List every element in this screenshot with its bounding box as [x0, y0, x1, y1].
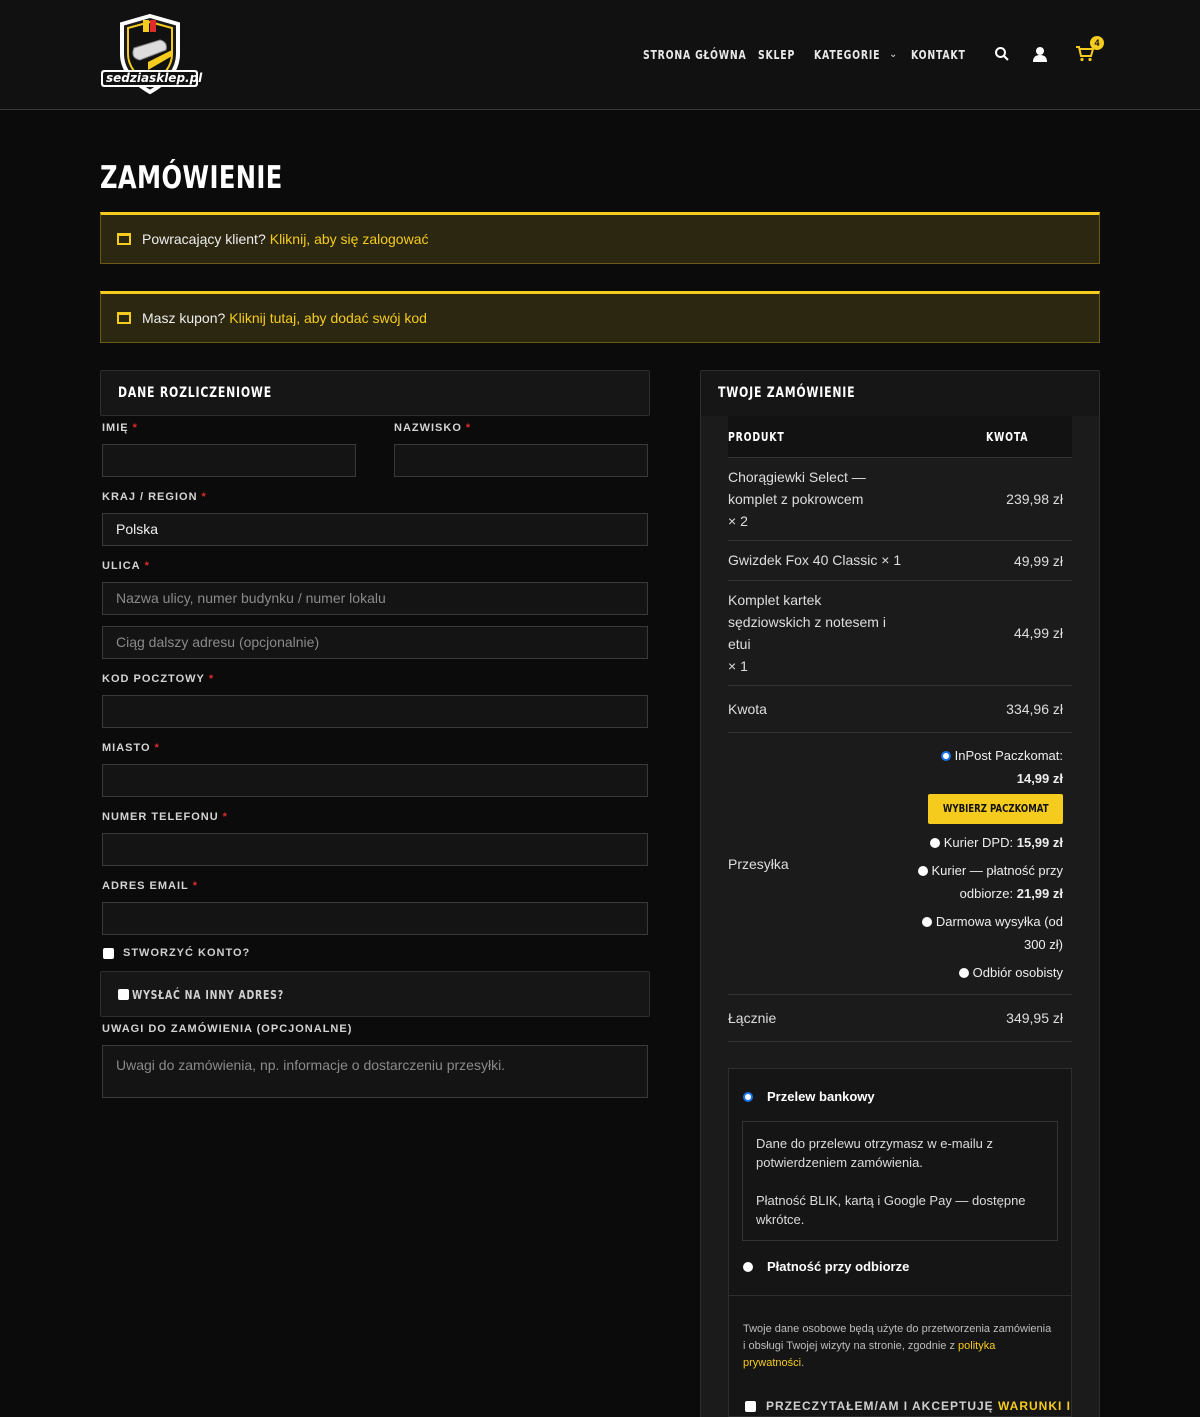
total-label: Łącznie: [728, 1010, 777, 1026]
coupon-link[interactable]: Kliknij tutaj, aby dodać swój kod: [229, 310, 427, 326]
total-row: Łącznie 349,95 zł: [728, 995, 1072, 1042]
nav-categories[interactable]: KATEGORIE ⌄: [814, 47, 911, 63]
radio[interactable]: [743, 1262, 753, 1272]
privacy-notice: Twoje dane osobowe będą użyte do przetwo…: [743, 1323, 1052, 1369]
order-table-header: PRODUKT KWOTA: [728, 416, 1072, 458]
divider: [729, 1295, 1071, 1296]
product-amount: 44,99 zł: [1013, 625, 1063, 641]
ship-different-checkbox[interactable]: [118, 989, 129, 1000]
chevron-down-icon: ⌄: [889, 49, 899, 60]
radio-selected[interactable]: [940, 751, 951, 761]
login-notice: Powracający klient? Kliknij, aby się zal…: [100, 212, 1100, 264]
shipping-option-free[interactable]: Darmowa wysyłka (od 300 zł): [921, 910, 1063, 956]
radio[interactable]: [921, 917, 932, 927]
table-row: Komplet kartek sędziowskich z notesem i …: [728, 581, 1072, 686]
product-name: Chorągiewki Select — komplet z pokrowcem…: [728, 469, 866, 529]
country-select[interactable]: Polska: [102, 513, 648, 546]
bank-description: Dane do przelewu otrzymasz w e-mailu z p…: [742, 1121, 1058, 1241]
col-product: PRODUKT: [728, 430, 785, 444]
subtotal-amount: 334,96 zł: [1006, 701, 1063, 717]
bank-desc-text-2: Płatność BLIK, kartą i Google Pay — dost…: [756, 1193, 1026, 1227]
radio[interactable]: [917, 866, 928, 876]
terms-checkbox[interactable]: [745, 1401, 756, 1412]
shipping-option-dpd[interactable]: Kurier DPD: 15,99 zł: [929, 831, 1063, 854]
terms-link[interactable]: WARUNKI I: [998, 1399, 1071, 1413]
last-name-label: NAZWISKO *: [394, 422, 472, 434]
site-header: sedziasklep.pl STRONA GŁÓWNA SKLEP KATEG…: [0, 0, 1200, 110]
product-name: Komplet kartek sędziowskich z notesem i …: [728, 592, 886, 674]
shipping-option-inpost[interactable]: InPost Paczkomat: 14,99 zł: [940, 744, 1063, 790]
login-link[interactable]: Kliknij, aby się zalogować: [270, 231, 429, 247]
street2-field[interactable]: Ciąg dalszy adresu (opcjonalnie): [102, 626, 648, 659]
payment-option-bank[interactable]: Przelew bankowy: [743, 1089, 875, 1104]
window-icon: [117, 312, 131, 324]
first-name-label: IMIĘ *: [102, 422, 138, 434]
postcode-field[interactable]: [102, 695, 648, 728]
total-amount: 349,95 zł: [1006, 1010, 1063, 1026]
table-row: Gwizdek Fox 40 Classic × 1 49,99 zł: [728, 541, 1072, 581]
notes-label: UWAGI DO ZAMÓWIENIA (OPCJONALNE): [102, 1023, 353, 1035]
street-label: ULICA *: [102, 560, 150, 572]
logo-text: sedziasklep.pl: [106, 71, 203, 85]
ship-different-label: WYSŁAĆ NA INNY ADRES?: [132, 988, 284, 1002]
window-icon: [117, 233, 131, 245]
email-label: ADRES EMAIL *: [102, 880, 199, 892]
nav-home[interactable]: STRONA GŁÓWNA: [643, 47, 758, 63]
radio[interactable]: [929, 838, 940, 848]
payment-box: Przelew bankowy Dane do przelewu otrzyma…: [728, 1068, 1072, 1417]
city-label: MIASTO *: [102, 742, 160, 754]
header-icons: 4: [990, 36, 1104, 66]
email-field[interactable]: [102, 902, 648, 935]
shipping-option-cod[interactable]: Kurier — płatność przy odbiorze: 21,99 zł: [917, 859, 1063, 905]
create-account-checkbox[interactable]: [103, 948, 114, 959]
order-heading: TWOJE ZAMÓWIENIE: [700, 370, 1100, 418]
user-icon[interactable]: [1028, 42, 1052, 66]
radio-selected[interactable]: [743, 1092, 753, 1102]
last-name-field[interactable]: [394, 444, 648, 477]
pick-paczkomat-button[interactable]: WYBIERZ PACZKOMAT: [928, 794, 1063, 824]
product-amount: 239,98 zł: [1006, 491, 1063, 507]
main-nav: STRONA GŁÓWNA SKLEP KATEGORIE ⌄ KONTAKT: [643, 47, 981, 63]
radio[interactable]: [958, 968, 969, 978]
terms-label: PRZECZYTAŁEM/AM I AKCEPTUJĘ WARUNKI I: [766, 1399, 1072, 1413]
shipping-option-pickup[interactable]: Odbiór osobisty: [958, 961, 1063, 984]
city-field[interactable]: [102, 764, 648, 797]
coupon-notice-text: Masz kupon?: [142, 310, 226, 326]
create-account-label: STWORZYĆ KONTO?: [123, 947, 251, 959]
bank-desc-text: Dane do przelewu otrzymasz w e-mailu z p…: [756, 1136, 993, 1170]
coupon-notice: Masz kupon? Kliknij tutaj, aby dodać swó…: [100, 291, 1100, 343]
order-notes-textarea[interactable]: Uwagi do zamówienia, np. informacje o do…: [102, 1045, 648, 1098]
search-icon[interactable]: [990, 42, 1014, 66]
first-name-field[interactable]: [102, 444, 356, 477]
site-logo[interactable]: sedziasklep.pl: [100, 13, 203, 96]
country-label: KRAJ / REGION *: [102, 491, 207, 503]
col-amount: KWOTA: [985, 430, 1029, 444]
billing-heading: DANE ROZLICZENIOWE: [100, 370, 650, 416]
page-title: ZAMÓWIENIE: [100, 160, 283, 196]
shipping-label: Przesyłka: [728, 856, 789, 872]
subtotal-row: Kwota 334,96 zł: [728, 686, 1072, 733]
login-notice-text: Powracający klient?: [142, 231, 266, 247]
nav-shop[interactable]: SKLEP: [758, 47, 814, 63]
table-row: Chorągiewki Select — komplet z pokrowcem…: [728, 458, 1072, 541]
nav-contact[interactable]: KONTAKT: [911, 47, 981, 63]
payment-option-cod[interactable]: Płatność przy odbiorze: [743, 1259, 909, 1274]
street-field[interactable]: Nazwa ulicy, numer budynku / numer lokal…: [102, 582, 648, 615]
phone-field[interactable]: [102, 833, 648, 866]
product-name: Gwizdek Fox 40 Classic × 1: [728, 552, 902, 568]
cart-count-badge: 4: [1090, 36, 1104, 50]
subtotal-label: Kwota: [728, 701, 767, 717]
product-amount: 49,99 zł: [1013, 553, 1063, 569]
postcode-label: KOD POCZTOWY *: [102, 673, 215, 685]
phone-label: NUMER TELEFONU *: [102, 811, 228, 823]
